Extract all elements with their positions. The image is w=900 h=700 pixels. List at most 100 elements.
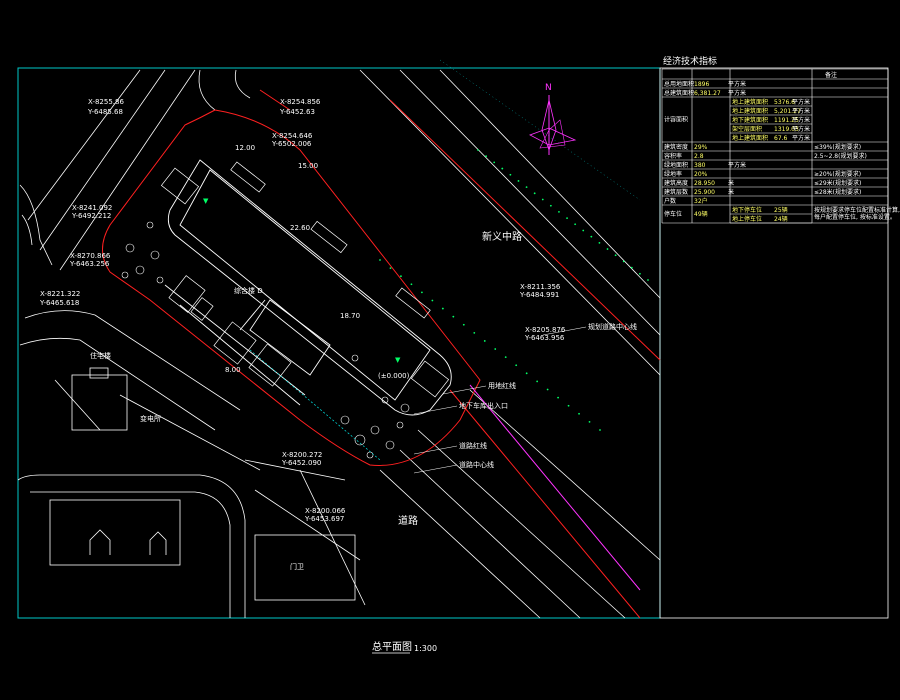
dimension-label: 18.70 xyxy=(340,312,360,320)
coordinate-label: Y-6465.618 xyxy=(39,299,79,307)
road-tree-dot xyxy=(578,412,580,415)
table-row-note: 2.5~2.8(规划要求) xyxy=(814,152,867,160)
road-tree-dot xyxy=(541,198,544,201)
coordinate-label: X-8254.856 xyxy=(280,98,321,106)
road-tree-dot xyxy=(582,229,585,232)
table-title: 经济技术指标 xyxy=(663,55,717,67)
table-row-label: 容积率 xyxy=(664,152,682,160)
table-sub-label: 地上建筑面积 xyxy=(732,107,768,115)
table-sub-label: 地下建筑面积 xyxy=(732,116,768,124)
road-tree-dot xyxy=(515,364,518,367)
road-tree-dot xyxy=(567,404,570,407)
table-row-unit: 米 xyxy=(728,179,734,187)
road-tree-dot xyxy=(493,161,496,164)
table-row-label: 绿地率 xyxy=(664,170,682,178)
callout-label: 用地红线 xyxy=(488,381,516,390)
road-tree-dot xyxy=(590,235,593,238)
table-sub-unit: 平方米 xyxy=(792,125,810,133)
road-tree-dot xyxy=(421,291,423,294)
road-tree-dot xyxy=(598,241,601,244)
road-tree-dot xyxy=(557,396,559,399)
coordinate-label: Y-6453.697 xyxy=(304,515,344,523)
table-sub-unit: 平方米 xyxy=(792,134,810,142)
table-row-unit: 平方米 xyxy=(728,161,746,169)
road-tree-dot xyxy=(558,211,560,213)
coordinate-label: Y-6452.63 xyxy=(279,108,315,116)
callout-label: 道路中心线 xyxy=(459,460,494,469)
road-tree-dot xyxy=(473,331,476,334)
coordinate-label: X-8221.322 xyxy=(40,290,80,298)
callout-label: 规划道路中心线 xyxy=(588,322,637,331)
road-tree-dot xyxy=(606,248,609,250)
table-row-unit: 平方米 xyxy=(728,89,746,97)
side-label: 变电所 xyxy=(140,414,161,423)
coordinate-label: Y-6485.68 xyxy=(87,108,123,116)
table-row-unit: 平方米 xyxy=(728,80,746,88)
table-row-label: 户数 xyxy=(664,197,676,205)
road-tree-dot xyxy=(546,388,549,391)
table-row-note: ≤29米(规划要求) xyxy=(814,179,861,187)
coordinate-label: Y-6463.256 xyxy=(69,260,110,268)
road-tree-dot xyxy=(599,429,601,431)
coordinate-label: X-8200.272 xyxy=(282,451,322,459)
coordinate-label: Y-6463.956 xyxy=(524,334,565,342)
elev-mark-2: ▼ xyxy=(395,356,401,364)
table-sub-unit: 平方米 xyxy=(792,116,810,124)
table-row-value: 29% xyxy=(694,144,708,151)
road-tree-dot xyxy=(533,192,536,195)
elev-mark-1: ▼ xyxy=(203,197,209,205)
table-row-value: 380 xyxy=(694,162,706,169)
table-row-value: 1896 xyxy=(694,81,709,88)
table-remark: 按规划要求停车位配置标准计算, 地下停车位按 xyxy=(814,206,900,214)
road-tree-dot xyxy=(549,204,552,207)
road-tree-dot xyxy=(462,323,465,326)
road-tree-dot xyxy=(630,266,633,269)
road-tree-dot xyxy=(566,217,568,219)
road-tree-dot xyxy=(525,186,528,189)
road-name-main: 新义中路 xyxy=(482,230,522,243)
table-sub-label: 架空层面积 xyxy=(732,125,762,133)
table-row-value: 28.950 xyxy=(694,180,715,187)
coordinate-label: X-8241.092 xyxy=(72,204,112,212)
coordinate-label: Y-6502.006 xyxy=(271,140,312,148)
table-row-value: 6,381.27 xyxy=(694,90,721,97)
drawing-caption: 总平面图 xyxy=(372,640,412,653)
callout-label: 地下车库出入口 xyxy=(459,401,508,410)
road-tree-dot xyxy=(477,149,479,151)
road-tree-dot xyxy=(501,167,504,170)
table-sub-value: 24辆 xyxy=(774,215,788,223)
coordinate-label: X-8211.356 xyxy=(520,283,561,291)
table-row-note: ≤28米(规划要求) xyxy=(814,188,861,196)
road-tree-dot xyxy=(614,254,617,257)
site-plan-drawing: ▼ ▼ N 新义中路 道路 综合楼 D (±0.000) X-8255.86 Y-… xyxy=(0,0,900,700)
road-tree-dot xyxy=(452,315,455,318)
dimension-label: 8.00 xyxy=(225,366,241,374)
table-row-value: 2.8 xyxy=(694,153,704,160)
road-tree-dot xyxy=(536,380,539,383)
road-tree-dot xyxy=(504,356,507,359)
table-row-unit: 米 xyxy=(728,188,734,196)
drawing-scale: 1:300 xyxy=(414,644,437,653)
callout-label: 道路红线 xyxy=(459,441,487,450)
coordinate-label: X-8270.866 xyxy=(70,252,111,260)
table-sub-label: 地上建筑面积 xyxy=(732,134,768,142)
road-tree-dot xyxy=(431,299,434,302)
road-tree-dot xyxy=(647,279,649,281)
table-sub-label: 地上建筑面积 xyxy=(732,98,768,106)
table-row-value: 25.900 xyxy=(694,189,715,196)
table-row-value: 32户 xyxy=(694,197,708,205)
elevation-marker: (±0.000) xyxy=(378,372,410,380)
road-tree-dot xyxy=(485,155,487,158)
table-row-value: 49辆 xyxy=(694,210,708,218)
coordinate-label: X-8255.86 xyxy=(88,98,124,106)
table-row-label: 建筑高度 xyxy=(664,179,688,187)
table-row-label: 绿地面积 xyxy=(664,161,688,169)
coordinate-label: X-8200.066 xyxy=(305,507,346,515)
road-tree-dot xyxy=(588,421,591,423)
road-tree-dot xyxy=(525,372,528,375)
coordinate-label: X-8254.646 xyxy=(272,132,313,140)
road-name-south: 道路 xyxy=(398,514,418,527)
table-header-note: 备注 xyxy=(825,71,837,79)
table-sub-value: 25辆 xyxy=(774,206,788,214)
table-sub-value: 67.6 xyxy=(774,135,788,142)
